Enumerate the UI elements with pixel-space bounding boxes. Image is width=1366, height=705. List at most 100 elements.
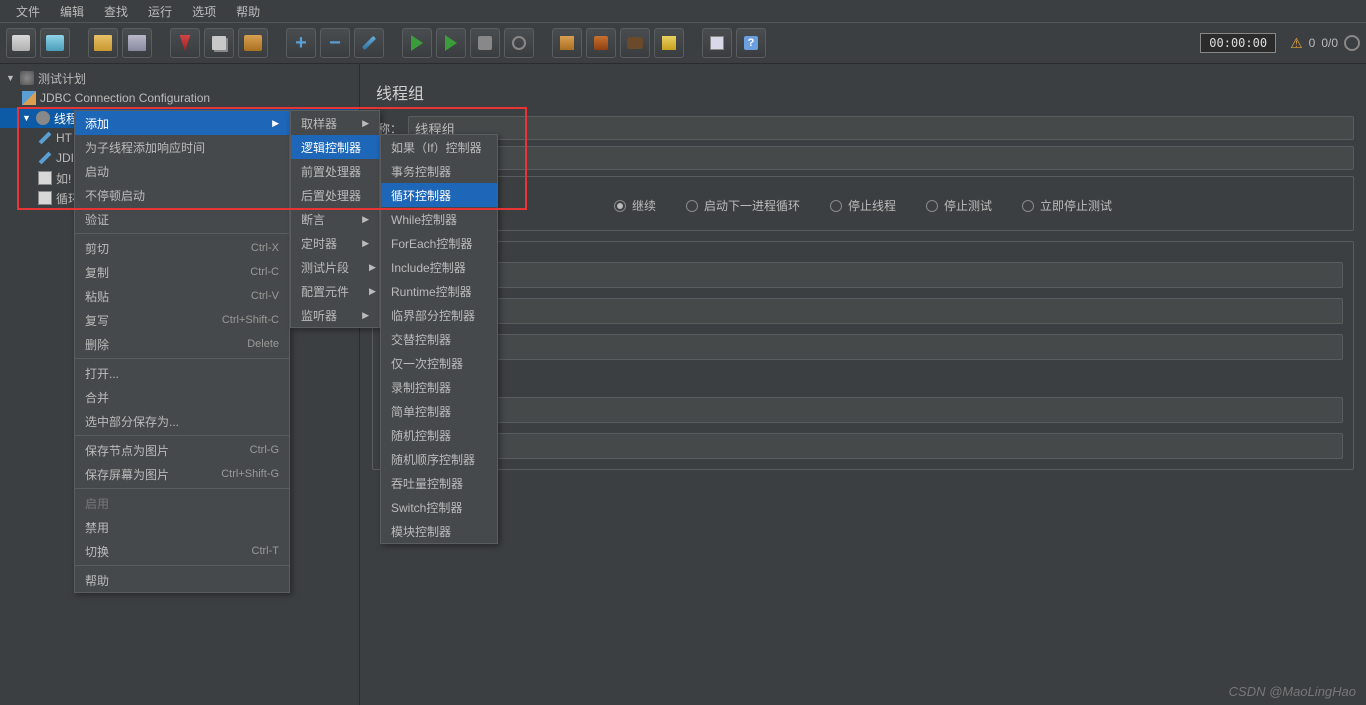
radio-continue[interactable]: 继续 [614,197,656,214]
tree-root-label: 测试计划 [38,70,86,87]
radio-stop-test[interactable]: 停止测试 [926,197,992,214]
help-button[interactable]: ? [736,28,766,58]
ctx-save-node-image[interactable]: 保存节点为图片Ctrl-G [75,438,289,462]
ctx2-config[interactable]: 配置元件▶ [291,279,379,303]
ctx2-fragment[interactable]: 测试片段▶ [291,255,379,279]
radio-icon [830,200,842,212]
expand-icon: ▼ [22,113,32,123]
ctx3-throughput-controller[interactable]: 吞吐量控制器 [381,471,497,495]
stop-button[interactable] [470,28,500,58]
ctx-cut[interactable]: 剪切Ctrl-X [75,236,289,260]
menu-options[interactable]: 选项 [182,1,226,22]
start-button[interactable] [402,28,432,58]
ctx-duplicate[interactable]: 复写Ctrl+Shift-C [75,308,289,332]
radio-stop-now[interactable]: 立即停止测试 [1022,197,1112,214]
menu-help[interactable]: 帮助 [226,1,270,22]
ctx3-transaction-controller[interactable]: 事务控制器 [381,159,497,183]
ctx3-recording-controller[interactable]: 录制控制器 [381,375,497,399]
ctx3-loop-controller[interactable]: 循环控制器 [381,183,497,207]
paste-button[interactable] [238,28,268,58]
ctx3-runtime-controller[interactable]: Runtime控制器 [381,279,497,303]
ctx3-simple-controller[interactable]: 简单控制器 [381,399,497,423]
content-panel: 线程组 称： 行的动作 继续 启动下一进程循环 停止线程 停止测试 立即停止测试… [360,64,1366,705]
ctx-start-no-pause[interactable]: 不停顿启动 [75,183,289,207]
ctx-add[interactable]: 添加▶ [75,111,289,135]
ctx-save-screen-image[interactable]: 保存屏幕为图片Ctrl+Shift-G [75,462,289,486]
shutdown-icon [512,36,526,50]
menu-file[interactable]: 文件 [6,1,50,22]
new-button[interactable] [6,28,36,58]
ctx2-sampler[interactable]: 取样器▶ [291,111,379,135]
loops-input[interactable] [383,334,1343,360]
ctx-disable[interactable]: 禁用 [75,515,289,539]
chevron-right-icon: ▶ [272,118,279,129]
ctx-copy[interactable]: 复制Ctrl-C [75,260,289,284]
name-input[interactable] [408,116,1354,140]
ctx2-postprocessor[interactable]: 后置处理器▶ [291,183,379,207]
ctx-enable: 启用 [75,491,289,515]
open-button[interactable] [88,28,118,58]
tree-jdbc[interactable]: JDBC Connection Configuration [0,88,359,108]
tree-root[interactable]: ▼ 测试计划 [0,68,359,88]
function-helper-button[interactable] [702,28,732,58]
rampup-input[interactable] [383,298,1343,324]
ctx3-interleave-controller[interactable]: 交替控制器 [381,327,497,351]
ctx2-assertion[interactable]: 断言▶ [291,207,379,231]
start-no-pause-button[interactable] [436,28,466,58]
thread-stat: 0/0 [1321,36,1338,50]
save-button[interactable] [122,28,152,58]
copy-icon [212,36,226,50]
template-button[interactable] [40,28,70,58]
menu-find[interactable]: 查找 [94,1,138,22]
jdbc-icon [22,91,36,105]
ctx-add-think-time[interactable]: 为子线程添加响应时间 [75,135,289,159]
radio-icon [926,200,938,212]
copy-button[interactable] [204,28,234,58]
chevron-right-icon: ▶ [362,214,369,225]
clear-button[interactable] [552,28,582,58]
threads-input[interactable] [383,262,1343,288]
list-icon [710,36,724,50]
collapse-button[interactable]: − [320,28,350,58]
ctx3-switch-controller[interactable]: Switch控制器 [381,495,497,519]
duration-input[interactable] [383,397,1343,423]
ctx3-random-order-controller[interactable]: 随机顺序控制器 [381,447,497,471]
ctx-delete[interactable]: 删除Delete [75,332,289,356]
cut-button[interactable] [170,28,200,58]
menu-edit[interactable]: 编辑 [50,1,94,22]
comments-input[interactable] [372,146,1354,170]
reset-search-button[interactable] [654,28,684,58]
ctx-save-selection-as[interactable]: 选中部分保存为... [75,409,289,433]
ctx3-include-controller[interactable]: Include控制器 [381,255,497,279]
ctx-merge[interactable]: 合并 [75,385,289,409]
radio-stop-thread[interactable]: 停止线程 [830,197,896,214]
ctx2-timer[interactable]: 定时器▶ [291,231,379,255]
ctx3-if-controller[interactable]: 如果（If）控制器 [381,135,497,159]
search-button[interactable] [620,28,650,58]
ctx2-preprocessor[interactable]: 前置处理器▶ [291,159,379,183]
menubar: 文件 编辑 查找 运行 选项 帮助 [0,0,1366,22]
ctx-paste[interactable]: 粘贴Ctrl-V [75,284,289,308]
toggle-button[interactable] [354,28,384,58]
ctx3-critical-section-controller[interactable]: 临界部分控制器 [381,303,497,327]
ctx3-random-controller[interactable]: 随机控制器 [381,423,497,447]
delay-input[interactable] [383,433,1343,459]
radio-icon [614,200,626,212]
ctx3-once-only-controller[interactable]: 仅一次控制器 [381,351,497,375]
expand-button[interactable]: + [286,28,316,58]
ctx-open[interactable]: 打开... [75,361,289,385]
panel-title: 线程组 [372,72,1354,116]
ctx-validate[interactable]: 验证 [75,207,289,231]
ctx3-foreach-controller[interactable]: ForEach控制器 [381,231,497,255]
ctx-help[interactable]: 帮助 [75,568,289,592]
ctx3-while-controller[interactable]: While控制器 [381,207,497,231]
ctx-start[interactable]: 启动 [75,159,289,183]
ctx2-listener[interactable]: 监听器▶ [291,303,379,327]
ctx-toggle[interactable]: 切换Ctrl-T [75,539,289,563]
radio-next-loop[interactable]: 启动下一进程循环 [686,197,800,214]
shutdown-button[interactable] [504,28,534,58]
menu-run[interactable]: 运行 [138,1,182,22]
clear-all-button[interactable] [586,28,616,58]
ctx3-module-controller[interactable]: 模块控制器 [381,519,497,543]
ctx2-logic-controller[interactable]: 逻辑控制器▶ [291,135,379,159]
